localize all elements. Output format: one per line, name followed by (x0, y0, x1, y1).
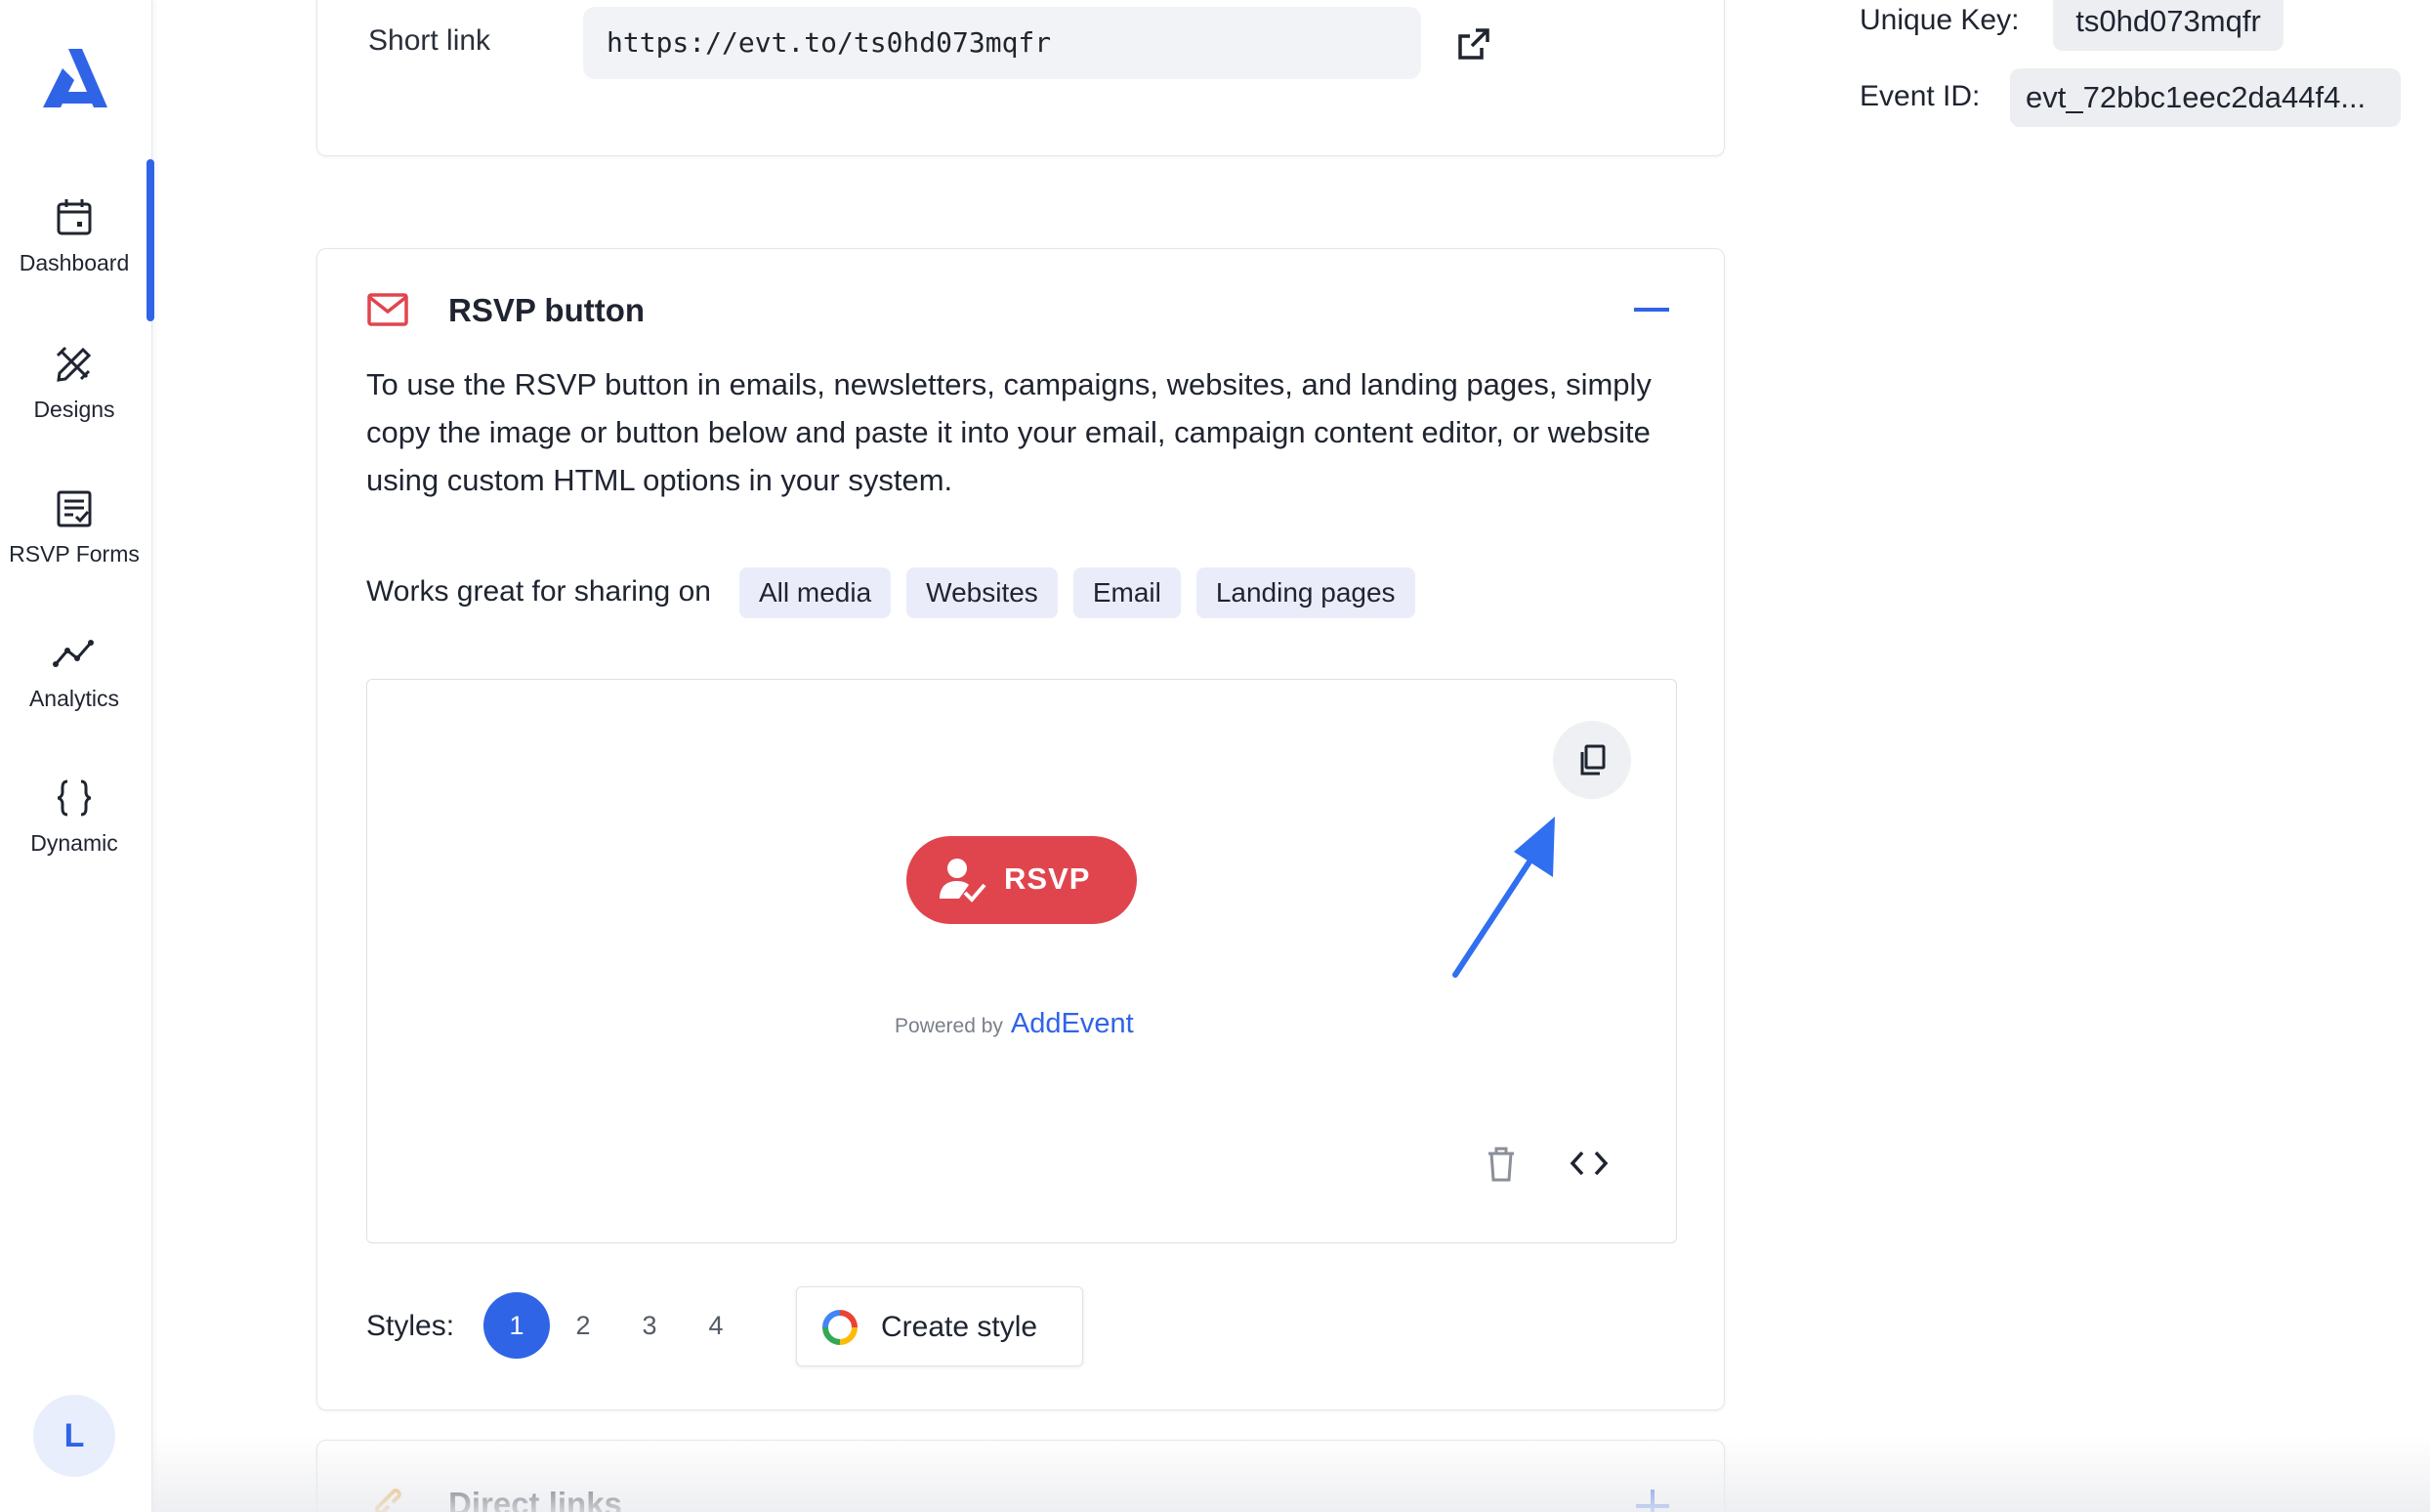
create-style-button[interactable]: Create style (796, 1286, 1083, 1366)
code-icon[interactable] (1569, 1149, 1610, 1178)
tag-landing-pages: Landing pages (1195, 567, 1415, 618)
powered-by: Powered by AddEvent (895, 1008, 1134, 1040)
sidebar-item-designs[interactable]: Designs (0, 342, 148, 423)
styles-label: Styles: (366, 1310, 455, 1342)
unique-key-label: Unique Key: (1860, 4, 2020, 36)
tag-websites: Websites (906, 567, 1058, 618)
sidebar-item-dynamic[interactable]: Dynamic (0, 776, 148, 857)
tag-email: Email (1072, 567, 1181, 618)
rsvp-label: RSVP (1004, 861, 1091, 896)
card-title: RSVP button (448, 292, 646, 328)
create-style-label: Create style (881, 1311, 1038, 1343)
direct-links-card[interactable]: Direct links (316, 1440, 1725, 1512)
powered-by-text: Powered by (895, 1015, 1003, 1037)
share-label: Works great for sharing on (366, 575, 711, 608)
short-link-card: Short link https://evt.to/ts0hd073mqfr (316, 0, 1725, 156)
style-option-2[interactable]: 2 (550, 1292, 616, 1359)
sidebar: Dashboard Designs RSVP Forms Analytics D… (0, 0, 154, 1512)
sidebar-item-label: Dynamic (30, 830, 118, 856)
user-check-icon (940, 859, 986, 903)
minus-icon[interactable] (1632, 300, 1671, 319)
calendar-icon (57, 199, 92, 235)
app-root: Dashboard Designs RSVP Forms Analytics D… (0, 0, 2430, 1512)
sidebar-item-label: RSVP Forms (9, 541, 140, 567)
avatar[interactable]: L (33, 1395, 115, 1477)
share-tags: All media Websites Email Landing pages (739, 567, 1415, 618)
sidebar-item-rsvp-forms[interactable]: RSVP Forms (0, 486, 148, 567)
card-description: To use the RSVP button in emails, newsle… (366, 367, 1652, 497)
unique-key-value[interactable]: ts0hd073mqfr (2053, 0, 2283, 51)
event-id-label: Event ID: (1860, 80, 1981, 112)
trash-icon[interactable] (1487, 1147, 1516, 1182)
rsvp-button-card: RSVP button To use the RSVP button in em… (316, 248, 1725, 1410)
envelope-icon (367, 293, 408, 326)
pointer-arrow-icon (1452, 817, 1555, 978)
addevent-logo[interactable] (39, 45, 109, 111)
copy-icon (1580, 744, 1606, 776)
form-check-icon (57, 490, 92, 527)
style-option-4[interactable]: 4 (683, 1292, 749, 1359)
copy-button[interactable] (1553, 721, 1631, 799)
external-link-icon[interactable] (1454, 24, 1493, 63)
short-link-label: Short link (368, 24, 491, 57)
color-wheel-icon (822, 1310, 858, 1345)
card-title: Direct links (448, 1486, 622, 1512)
trend-line-icon (53, 640, 94, 667)
sidebar-item-label: Designs (33, 397, 115, 422)
link-icon (375, 1489, 401, 1512)
style-option-1[interactable]: 1 (483, 1292, 550, 1359)
short-link-field[interactable]: https://evt.to/ts0hd073mqfr (583, 7, 1421, 79)
pencil-ruler-icon (56, 346, 92, 382)
curly-braces-icon (57, 779, 92, 817)
tag-all-media: All media (739, 567, 892, 618)
plus-icon[interactable] (1634, 1488, 1671, 1512)
sidebar-item-label: Dashboard (19, 250, 130, 275)
sidebar-item-label: Analytics (28, 686, 120, 711)
button-preview: RSVP Powered by AddEvent (366, 679, 1677, 1243)
sidebar-item-analytics[interactable]: Analytics (0, 631, 148, 712)
event-id-value[interactable]: evt_72bbc1eec2da44f4... (2010, 68, 2401, 127)
rsvp-preview-button[interactable]: RSVP (906, 836, 1137, 924)
sidebar-item-dashboard[interactable]: Dashboard (0, 195, 148, 276)
addevent-brand[interactable]: AddEvent (1011, 1008, 1134, 1039)
style-option-3[interactable]: 3 (616, 1292, 683, 1359)
